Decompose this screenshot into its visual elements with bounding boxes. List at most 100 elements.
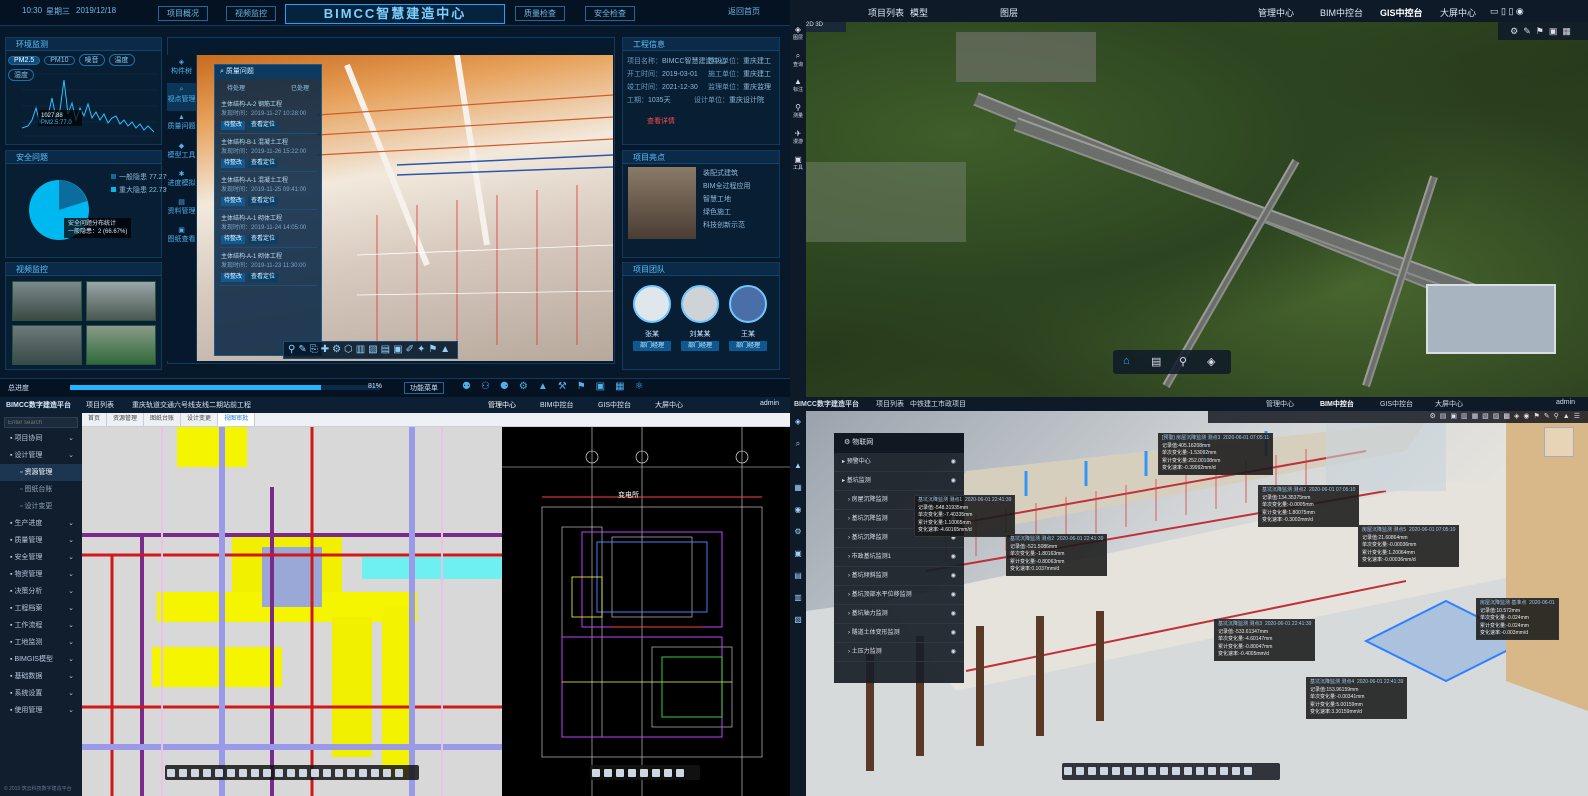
tab-video[interactable]: 视频监控 [226,6,276,21]
tool-icon[interactable] [1196,767,1204,775]
tool-icon[interactable] [191,769,199,777]
tool-icon[interactable] [311,769,319,777]
sidebar-item[interactable]: ▪ 安全管理 ⌄ [0,549,82,566]
nav-gis[interactable]: GIS中控台 [598,400,631,410]
sensor-tag[interactable]: 基坑沉降监测 测点2 2020-06-01 22:41:39 记录值:-521.5… [1006,534,1108,576]
tree-item[interactable]: › 基坑轴力监测 ◉ [834,605,964,624]
tool-icon[interactable] [1184,767,1192,775]
nav-bim[interactable]: BIM中控台 [540,400,573,410]
sidebar-item[interactable]: ▪ 生产进度 ⌄ [0,515,82,532]
view-3d[interactable]: 3D [815,22,823,28]
tool-icon[interactable] [203,769,211,777]
back-home-link[interactable]: 返回首页 [728,6,760,17]
sidebar-item[interactable]: ▪ 基础数据 ⌄ [0,668,82,685]
tool-icon[interactable] [167,769,175,777]
tool-icon[interactable] [1148,767,1156,775]
tree-item[interactable]: ▸ 基坑监测 ◉ [834,472,964,491]
tool-icon[interactable] [676,769,684,777]
camera-feed[interactable] [12,281,82,321]
tool-icon[interactable] [275,769,283,777]
tool-icon[interactable] [1136,767,1144,775]
layer-select[interactable]: 图层 [1000,6,1018,19]
sidebar-item[interactable]: ▪ 物资管理 ⌄ [0,566,82,583]
nav-gis[interactable]: GIS中控台 [1380,6,1423,19]
sidebar-item[interactable]: ▪ 工程档案 ⌄ [0,600,82,617]
viewport-toolbar[interactable]: ⚙▤▣▥▦▧▨▩◈◉⚑✎⚲▲☰ [1208,411,1588,423]
view-cube[interactable] [1544,427,1574,457]
tree-item[interactable]: › 市政基坑监测1 ◉ [834,548,964,567]
tool-icon[interactable] [1244,767,1252,775]
cad-drawing-viewer[interactable]: 变电所 [502,427,790,796]
sensor-tag[interactable]: 房屋沉降监测 测点5 2020-06-01 07:05:10 记录值:21.608… [1358,525,1460,567]
eye-icon[interactable]: ◉ [951,548,956,567]
pill-pm10[interactable]: PM10 [44,56,75,65]
project-list-select[interactable]: 项目列表 [86,400,114,410]
mep-toolbar[interactable] [165,765,419,780]
sidebar-item[interactable]: ▫ 资源管理 [0,464,82,481]
nav-viewpoint[interactable]: ⌕ 视点管理 [167,83,196,111]
tool-icon[interactable] [628,769,636,777]
tree-item[interactable]: › 土压力监测 ◉ [834,643,964,662]
tab-overview[interactable]: 项目概况 [158,6,208,21]
nav-progress[interactable]: ✱ 进度模拟 [167,167,196,195]
eye-icon[interactable]: ◉ [951,624,956,643]
page-tab[interactable]: 视图审批 [218,413,256,426]
user-name[interactable]: admin [1556,399,1575,406]
tool-icon[interactable] [592,769,600,777]
locate-button[interactable]: 查看定位 [248,159,279,168]
locate-button[interactable]: 查看定位 [248,273,279,282]
sidebar-item[interactable]: ▪ 设计管理 ⌄ [0,447,82,464]
locate-button[interactable]: 查看定位 [248,197,279,206]
gis-nav-item[interactable]: ⌕ 查询 [790,48,806,74]
tool-icon[interactable] [347,769,355,777]
tool-icon[interactable] [299,769,307,777]
sidebar-item[interactable]: ▪ 质量管理 ⌄ [0,532,82,549]
sidebar-item[interactable]: ▪ 工地监测 ⌄ [0,634,82,651]
status-badge[interactable]: 待整改 [221,273,246,282]
tool-icon[interactable] [395,769,403,777]
nav-drawings[interactable]: ▣ 图纸查看 [167,223,196,251]
tree-item[interactable]: › 隧道土体变形监测 ◉ [834,624,964,643]
tree-item[interactable]: › 基坑顶部水平位移监测 ◉ [834,586,964,605]
list-item[interactable]: 主体结构-A-1 混凝土工程 发现时间：2019-11-25 09:41:00 … [219,175,317,210]
nav-gis[interactable]: GIS中控台 [1380,399,1413,409]
tool-icon[interactable] [640,769,648,777]
sidebar-item[interactable]: ▪ 项目协同 ⌄ [0,430,82,447]
nav-bim[interactable]: BIM中控台 [1320,399,1354,409]
sidebar-item[interactable]: ▫ 图纸台账 [0,481,82,498]
tool-icon[interactable] [1160,767,1168,775]
sensor-tag[interactable]: 房屋沉降监测 基准点 2020-06-01 记录值:10.572mm 单次变化量:-… [1476,598,1559,640]
tree-item[interactable]: › 基坑倾斜监测 ◉ [834,567,964,586]
tool-icon[interactable] [371,769,379,777]
tool-icon[interactable] [652,769,660,777]
list-item[interactable]: 主体结构-A-1 砌体工程 发现时间：2019-11-23 11:30:00 待… [219,251,317,286]
info-detail-link[interactable]: 查看详情 [647,116,675,126]
nav-bim[interactable]: BIM中控台 [1320,6,1363,19]
page-tab[interactable]: 图纸台账 [144,413,182,426]
tool-icon[interactable] [239,769,247,777]
tool-icon[interactable] [335,769,343,777]
page-tab[interactable]: 首页 [82,413,108,426]
gis-nav-item[interactable]: ◈ 图层 [790,22,806,48]
eye-icon[interactable]: ◉ [951,567,956,586]
camera-feed[interactable] [86,325,156,365]
tab-pending[interactable]: 待处理 [227,83,245,92]
view-mode-tabs[interactable]: 2D 3D [806,22,846,32]
tab-quality[interactable]: 质量检查 [515,6,565,21]
tool-icon[interactable] [1076,767,1084,775]
list-item[interactable]: 主体结构-A-2 钢筋工程 发现时间：2019-11-27 10:28:00 待… [219,99,317,134]
tool-icon[interactable] [383,769,391,777]
list-item[interactable]: 主体结构-A-1 砌体工程 发现时间：2019-11-24 14:05:00 待… [219,213,317,248]
status-badge[interactable]: 待整改 [221,121,246,130]
map-bottom-toolbar[interactable]: ⌂ ▤ ⚲ ◈ [1113,350,1231,374]
sidebar-item[interactable]: ▪ 决策分析 ⌄ [0,583,82,600]
view-2d[interactable]: 2D [806,22,814,28]
pill-temp[interactable]: 温度 [108,54,135,66]
list-icon[interactable]: ▤ [1151,355,1161,368]
pill-noise[interactable]: 噪音 [78,54,105,66]
page-tab[interactable]: 资源管理 [107,413,145,426]
tab-done[interactable]: 已处理 [291,83,309,92]
nav-screen[interactable]: 大屏中心 [1440,6,1476,19]
tab-safety[interactable]: 安全检查 [585,6,635,21]
nav-tree[interactable]: ◈ 构件树 [167,55,196,83]
